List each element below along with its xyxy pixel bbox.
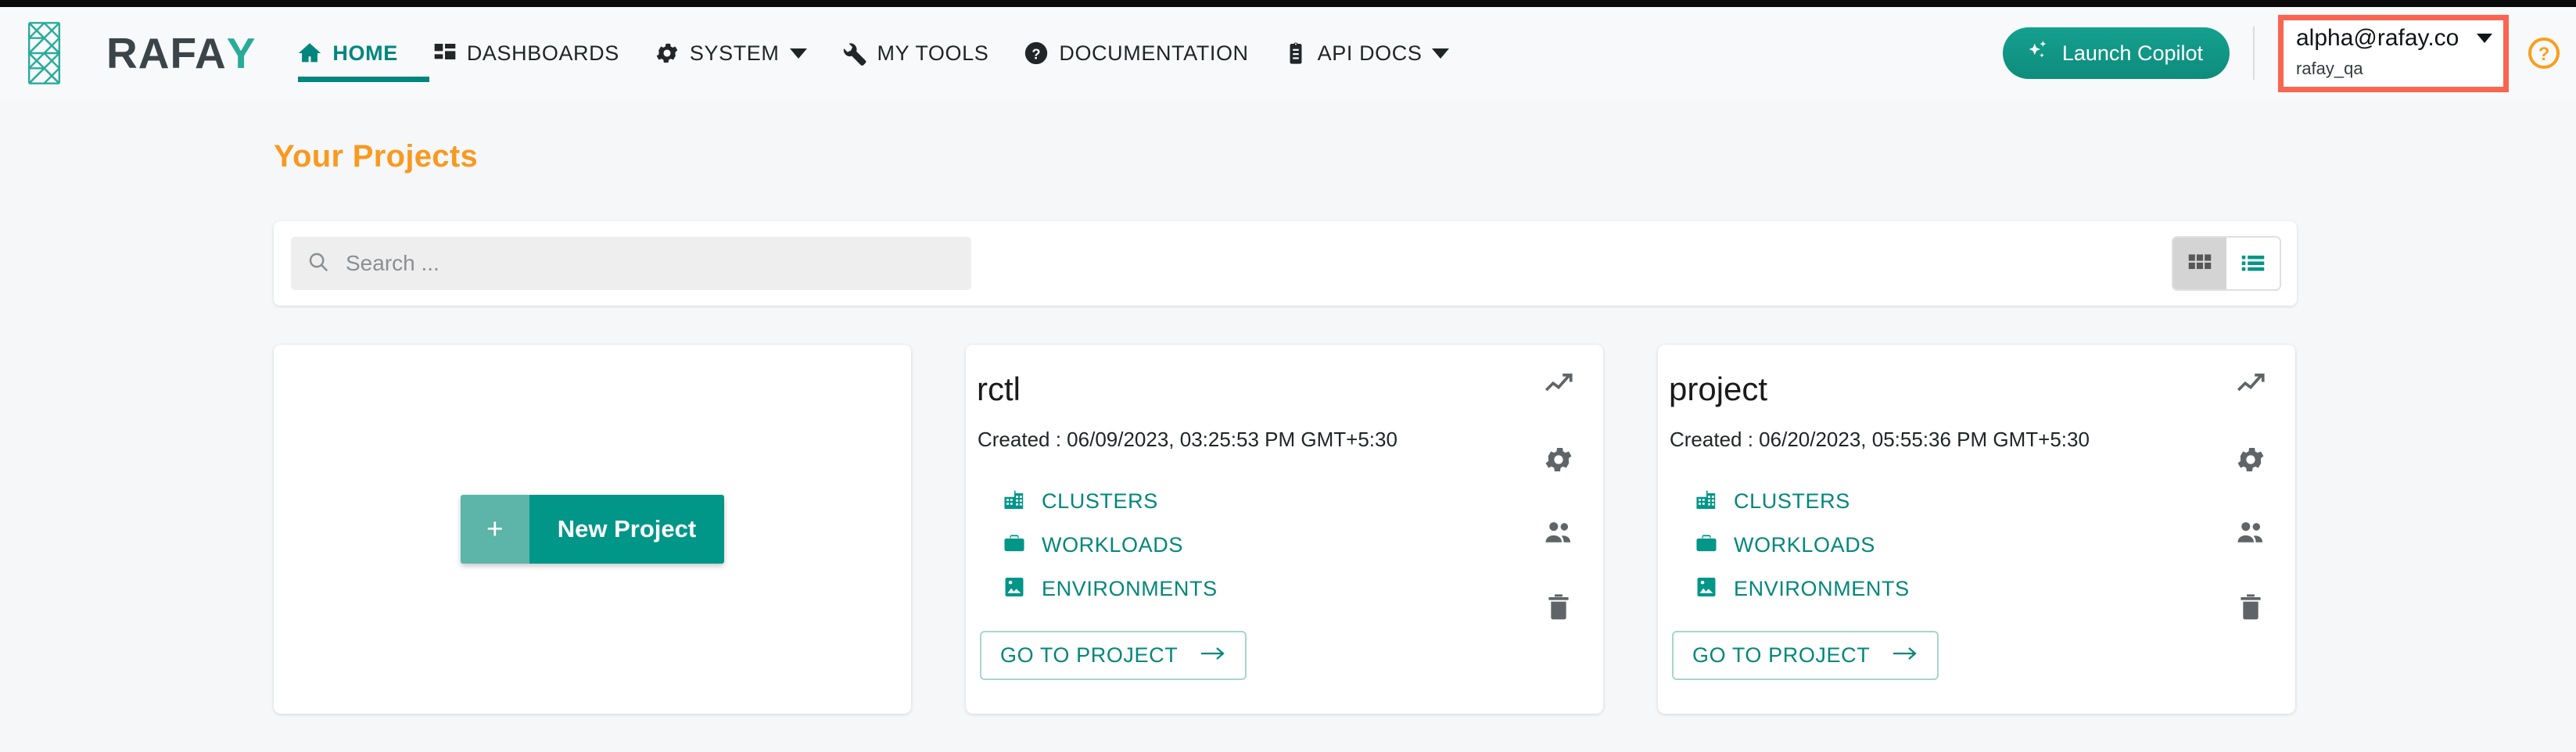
go-to-project-button[interactable]: GO TO PROJECT (980, 631, 1247, 680)
projects-grid: + New Project rctl Created : 06/09/2023,… (274, 345, 2295, 714)
image-icon (1694, 575, 1719, 603)
sparkle-icon (2025, 38, 2051, 70)
logo-text-accent: Y (226, 28, 257, 77)
project-card-actions (2233, 367, 2269, 625)
go-to-project-label: GO TO PROJECT (1692, 643, 1871, 667)
logo-text-main: RAFA (106, 28, 227, 77)
nav-item-api-docs[interactable]: API DOCS (1283, 7, 1450, 99)
nav-item-dashboards-label: DASHBOARDS (466, 41, 619, 65)
project-link-clusters-label: CLUSTERS (1042, 489, 1158, 513)
nav-item-home[interactable]: HOME (296, 7, 430, 99)
page-title: Your Projects (274, 139, 479, 174)
project-card: rctl Created : 06/09/2023, 03:25:53 PM G… (966, 345, 1603, 714)
project-links: CLUSTERS WORKLOADS ENVIRONMENTS (1002, 484, 1218, 606)
arrow-right-icon (1892, 643, 1918, 668)
user-email-row: alpha@rafay.co (2296, 25, 2492, 52)
nav-item-api-docs-label: API DOCS (1317, 41, 1423, 65)
search-input[interactable] (344, 250, 956, 277)
nav-item-system-label: SYSTEM (689, 41, 780, 65)
project-link-environments-label: ENVIRONMENTS (1042, 576, 1218, 600)
project-link-clusters-label: CLUSTERS (1734, 489, 1850, 513)
top-black-strip (0, 0, 2576, 7)
plus-icon: + (460, 495, 529, 564)
main-nav: HOME DASHBOARDS SYSTEM MY TOOLS ? DOCUME… (296, 7, 1484, 99)
chevron-down-icon[interactable] (2477, 33, 2492, 43)
search-toolbar (274, 221, 2297, 306)
project-link-environments[interactable]: ENVIRONMENTS (1002, 571, 1218, 606)
project-created: Created : 06/20/2023, 05:55:36 PM GMT+5:… (1670, 428, 2090, 451)
go-to-project-label: GO TO PROJECT (1000, 643, 1179, 667)
nav-item-documentation-label: DOCUMENTATION (1059, 41, 1249, 65)
building-icon (1694, 487, 1719, 516)
user-menu[interactable]: alpha@rafay.co rafay_qa (2278, 14, 2509, 92)
project-link-clusters[interactable]: CLUSTERS (1694, 484, 1910, 518)
briefcase-icon (1002, 531, 1027, 560)
project-link-workloads-label: WORKLOADS (1734, 532, 1875, 557)
new-project-card: + New Project (274, 345, 911, 714)
nav-item-dashboards[interactable]: DASHBOARDS (432, 7, 619, 99)
launch-copilot-button[interactable]: Launch Copilot (2002, 27, 2230, 79)
clipboard-icon (1283, 41, 1308, 66)
settings-gear-icon[interactable] (1541, 442, 1577, 478)
rafay-logo-text: RAFA Y (106, 28, 257, 77)
arrow-right-icon (1200, 643, 1226, 668)
rafay-logo-mark (27, 22, 61, 84)
list-icon (2239, 249, 2267, 279)
view-toggle-group (2172, 236, 2281, 291)
delete-trash-icon[interactable] (2233, 589, 2269, 625)
search-icon (307, 250, 330, 278)
chevron-down-icon (789, 48, 807, 59)
project-name: rctl (977, 371, 1021, 407)
new-project-button[interactable]: + New Project (460, 495, 725, 564)
project-card: project Created : 06/20/2023, 05:55:36 P… (1658, 345, 2295, 714)
settings-gear-icon[interactable] (2233, 442, 2269, 478)
launch-copilot-label: Launch Copilot (2061, 41, 2203, 65)
building-icon (1002, 487, 1027, 516)
project-links: CLUSTERS WORKLOADS ENVIRONMENTS (1694, 484, 1910, 606)
wrench-icon (841, 40, 868, 66)
nav-item-system[interactable]: SYSTEM (654, 7, 807, 99)
project-link-workloads[interactable]: WORKLOADS (1694, 528, 1910, 562)
question-circle-icon: ? (1023, 40, 1049, 66)
app-header: RAFA Y HOME DASHBOARDS SYSTEM MY TOOLS ?… (0, 7, 2576, 99)
project-link-environments[interactable]: ENVIRONMENTS (1694, 571, 1910, 606)
users-icon[interactable] (1541, 515, 1577, 551)
help-circle-icon[interactable]: ? (2526, 35, 2562, 71)
nav-active-underline (298, 77, 430, 82)
home-icon (296, 40, 323, 66)
new-project-label: New Project (529, 495, 725, 564)
project-link-environments-label: ENVIRONMENTS (1734, 576, 1910, 600)
list-view-button[interactable] (2226, 238, 2280, 289)
delete-trash-icon[interactable] (1541, 589, 1577, 625)
svg-text:?: ? (1032, 45, 1041, 62)
grid-view-button[interactable] (2173, 238, 2226, 289)
trending-up-icon[interactable] (1541, 367, 1577, 403)
nav-item-documentation[interactable]: ? DOCUMENTATION (1023, 7, 1248, 99)
project-link-workloads-label: WORKLOADS (1042, 532, 1183, 557)
nav-item-my-tools-label: MY TOOLS (877, 41, 989, 65)
search-field[interactable] (291, 237, 971, 290)
project-link-workloads[interactable]: WORKLOADS (1002, 528, 1218, 562)
trending-up-icon[interactable] (2233, 367, 2269, 403)
user-org: rafay_qa (2296, 58, 2363, 78)
users-icon[interactable] (2233, 515, 2269, 551)
image-icon (1002, 575, 1027, 603)
dashboards-icon (432, 41, 457, 66)
svg-text:?: ? (2538, 44, 2550, 65)
go-to-project-button[interactable]: GO TO PROJECT (1672, 631, 1939, 680)
user-email: alpha@rafay.co (2296, 24, 2459, 51)
project-created: Created : 06/09/2023, 03:25:53 PM GMT+5:… (978, 428, 1397, 451)
chevron-down-icon (1432, 48, 1450, 59)
grid-icon (2186, 249, 2214, 279)
project-card-actions (1541, 367, 1577, 625)
nav-item-my-tools[interactable]: MY TOOLS (841, 7, 989, 99)
nav-item-home-label: HOME (332, 41, 398, 65)
gear-icon (654, 40, 680, 66)
rafay-logo[interactable]: RAFA Y (22, 7, 256, 99)
project-name: project (1669, 371, 1768, 407)
header-divider (2253, 27, 2255, 80)
project-link-clusters[interactable]: CLUSTERS (1002, 484, 1218, 518)
briefcase-icon (1694, 531, 1719, 560)
header-right-group: Launch Copilot alpha@rafay.co rafay_qa ? (2002, 7, 2576, 99)
